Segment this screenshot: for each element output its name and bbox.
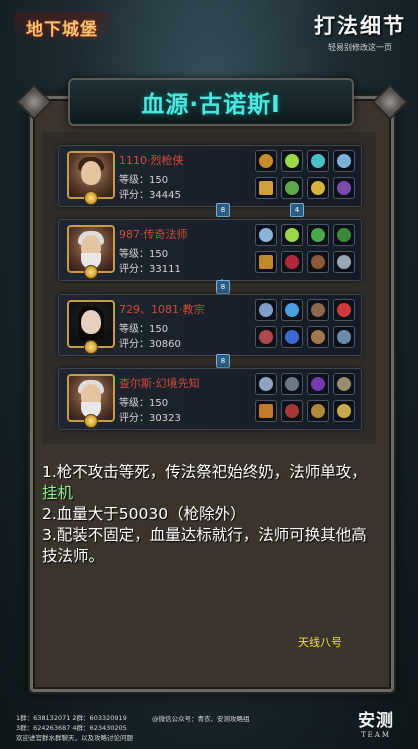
equip-slot[interactable]: [307, 373, 329, 395]
medal-icon: [84, 265, 98, 279]
equip-slot[interactable]: [255, 400, 277, 422]
group-numbers-row: 3群：624263687 4群：623430205: [16, 724, 127, 732]
equip-slot[interactable]: [307, 251, 329, 273]
member-score: 评分：33111: [119, 264, 181, 275]
avatar-pope: [67, 300, 115, 354]
footer-wechat: @微信公众号：青衣、安测攻略组: [152, 715, 250, 723]
equip-slot[interactable]: [333, 299, 355, 321]
strategy-notes: 1.枪不攻击等死，传法祭祀始终奶，法师单攻，挂机 2.血量大于50030（枪除外…: [42, 462, 382, 567]
page-title: 打法细节: [314, 13, 406, 38]
team-logo: 安测 TEAM: [358, 706, 394, 739]
equip-slot[interactable]: [281, 177, 303, 199]
medal-icon: [84, 191, 98, 205]
member-name: 查尔斯·幻境先知: [119, 377, 200, 390]
team-name-en: TEAM: [360, 731, 391, 739]
equip-slot[interactable]: [255, 251, 277, 273]
equip-slot[interactable]: [281, 326, 303, 348]
note-line-1: 1.枪不攻击等死，传法祭祀始终奶，法师单攻，挂机: [42, 463, 367, 502]
equipment-grid: [255, 373, 355, 425]
author-signature: 天线八号: [298, 636, 342, 649]
equip-slot[interactable]: [281, 150, 303, 172]
equip-slot[interactable]: [281, 251, 303, 273]
note-line-2: 2.血量大于50030（枪除外）: [42, 505, 246, 523]
equip-slot[interactable]: [307, 299, 329, 321]
equip-slot[interactable]: [255, 299, 277, 321]
team-member-card[interactable]: 1110·烈枪侠 等级：150 评分：34445: [58, 145, 362, 207]
member-level: 等级：150: [119, 398, 169, 409]
equip-slot[interactable]: [255, 326, 277, 348]
equip-slot[interactable]: [307, 326, 329, 348]
equip-slot[interactable]: [333, 400, 355, 422]
page-header: 打法细节 轻易别修改这一页: [314, 10, 406, 53]
team-member-card[interactable]: 729、1081·教宗 等级：150 评分：30860: [58, 294, 362, 356]
group-numbers-row: 1群：638132071 2群：603320919: [16, 714, 127, 722]
member-level: 等级：150: [119, 324, 169, 335]
group-note: 欢迎进官群水群聊天，以及攻略讨论问题: [16, 734, 133, 742]
member-score: 评分：30860: [119, 339, 181, 350]
equip-slot[interactable]: [255, 150, 277, 172]
member-level: 等级：150: [119, 175, 169, 186]
team-member-card[interactable]: 查尔斯·幻境先知 等级：150 评分：30323: [58, 368, 362, 430]
avatar-prophet: [67, 374, 115, 428]
member-name: 1110·烈枪侠: [119, 154, 184, 167]
equip-slot[interactable]: [333, 224, 355, 246]
member-score: 评分：34445: [119, 190, 181, 201]
equip-slot[interactable]: [307, 224, 329, 246]
equip-slot[interactable]: [333, 251, 355, 273]
medal-icon: [84, 414, 98, 428]
equipment-grid: [255, 224, 355, 276]
connector-badge: 8: [216, 280, 230, 294]
connector-badge: 8: [216, 354, 230, 368]
equip-slot[interactable]: [281, 224, 303, 246]
equip-slot[interactable]: [255, 177, 277, 199]
equip-slot[interactable]: [255, 224, 277, 246]
page-subtitle: 轻易别修改这一页: [328, 43, 392, 52]
equip-slot[interactable]: [281, 373, 303, 395]
connector-badge: 4: [290, 203, 304, 217]
game-logo: 地下城堡: [14, 12, 110, 42]
note-line-3: 3.配装不固定，血量达标就行，法师可换其他高技法师。: [42, 526, 367, 565]
equip-slot[interactable]: [333, 373, 355, 395]
equip-slot[interactable]: [281, 400, 303, 422]
equipment-grid: [255, 150, 355, 202]
equip-slot[interactable]: [333, 177, 355, 199]
equipment-grid: [255, 299, 355, 351]
equip-slot[interactable]: [255, 373, 277, 395]
connector-badge: 8: [216, 203, 230, 217]
note-highlight: 挂机: [42, 484, 74, 502]
avatar-swordsman: [67, 151, 115, 205]
team-member-card[interactable]: 987·传奇法师 等级：150 评分：33111: [58, 219, 362, 281]
member-name: 729、1081·教宗: [119, 303, 205, 316]
footer-groups: 1群：638132071 2群：603320919 3群：624263687 4…: [16, 713, 133, 743]
equip-slot[interactable]: [307, 177, 329, 199]
member-name: 987·传奇法师: [119, 228, 188, 241]
team-name: 安测: [358, 711, 394, 731]
member-score: 评分：30323: [119, 413, 181, 424]
equip-slot[interactable]: [307, 400, 329, 422]
medal-icon: [84, 340, 98, 354]
equip-slot[interactable]: [281, 299, 303, 321]
equip-slot[interactable]: [333, 150, 355, 172]
equip-slot[interactable]: [333, 326, 355, 348]
avatar-old-mage: [67, 225, 115, 279]
dungeon-banner: 血源·古诺斯Ⅰ: [68, 78, 354, 126]
dungeon-title: 血源·古诺斯Ⅰ: [141, 92, 281, 118]
member-level: 等级：150: [119, 249, 169, 260]
equip-slot[interactable]: [307, 150, 329, 172]
